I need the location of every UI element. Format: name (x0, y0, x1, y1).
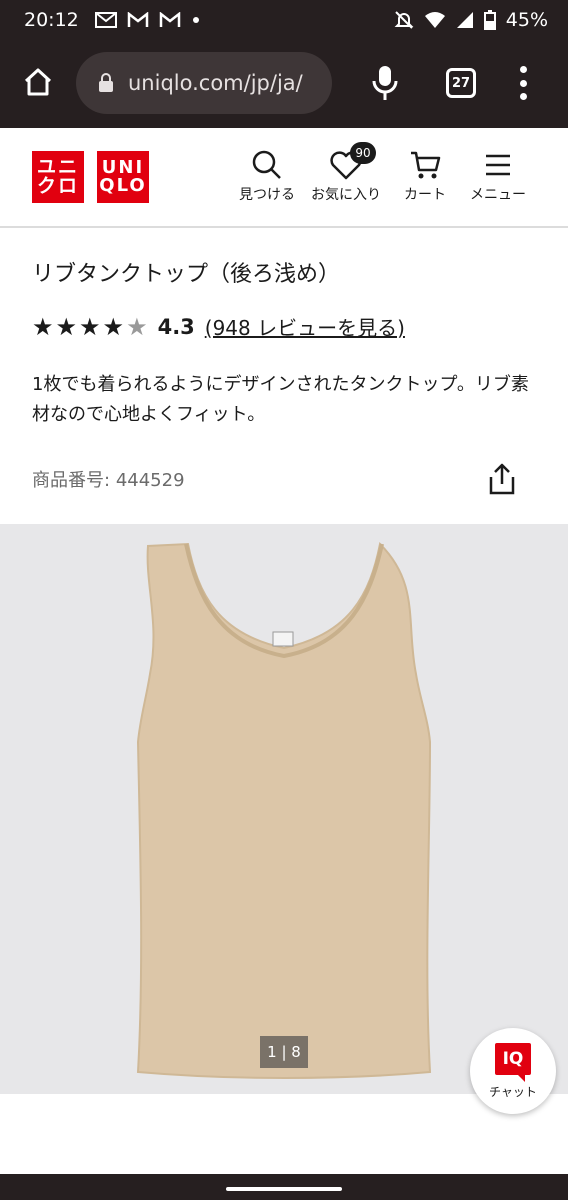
site-header: ユニ クロ UNI QLO 見つける 90 お気に入り カート メニュー (0, 128, 568, 228)
chat-label: チャット (489, 1084, 537, 1099)
more-options-icon[interactable] (516, 66, 530, 100)
system-nav-bar (0, 1174, 568, 1200)
half-star-icon: ★ (126, 312, 150, 341)
uniqlo-logo-ja[interactable]: ユニ クロ (32, 151, 84, 203)
wifi-icon (424, 12, 445, 28)
iq-chat-icon: IQ (495, 1042, 531, 1082)
microphone-icon[interactable] (370, 64, 400, 102)
battery-icon (483, 10, 496, 30)
uniqlo-logo-en[interactable]: UNI QLO (97, 151, 149, 203)
nav-menu-label: メニュー (470, 187, 526, 203)
favorites-count-badge: 90 (350, 142, 376, 164)
mute-icon (394, 11, 414, 29)
image-counter: 1 | 8 (260, 1036, 308, 1068)
cart-icon (411, 151, 441, 179)
product-rating: ★★★★★ 4.3 (948 レビューを見る) (32, 312, 405, 341)
nav-menu-button[interactable]: メニュー (470, 148, 526, 204)
product-description: 1枚でも着られるようにデザインされたタンクトップ。リブ素材なので心地よくフィット… (32, 374, 529, 425)
sku-value: 444529 (115, 470, 185, 491)
lock-icon (99, 73, 113, 92)
status-time: 20:12 (24, 9, 79, 31)
product-sku: 商品番号: 444529 (32, 466, 185, 492)
home-gesture-handle[interactable] (226, 1187, 342, 1191)
share-icon[interactable] (486, 462, 518, 496)
status-bar: 20:12 45% (0, 0, 568, 40)
product-image (136, 541, 432, 1079)
rating-value: 4.3 (157, 314, 195, 339)
product-title: リブタンクトップ（後ろ浅め） (32, 262, 341, 287)
search-icon (252, 150, 281, 179)
address-bar[interactable]: uniqlo.com/jp/ja/ (76, 52, 332, 114)
product-image-gallery[interactable]: 1 | 8 (0, 524, 568, 1094)
signal-icon (456, 12, 473, 28)
browser-toolbar: uniqlo.com/jp/ja/ 27 (0, 40, 568, 128)
nav-cart-label: カート (404, 187, 446, 203)
mail-icon (94, 12, 117, 28)
nav-favorites-label: お気に入り (311, 187, 381, 203)
nav-cart-button[interactable]: カート (404, 148, 446, 204)
nav-favorites-button[interactable]: 90 お気に入り (311, 142, 381, 204)
tab-switcher-button[interactable]: 27 (446, 68, 476, 98)
nav-search-label: 見つける (239, 187, 295, 203)
url-text: uniqlo.com/jp/ja/ (128, 71, 303, 95)
iq-chat-button[interactable]: IQ チャット (470, 1028, 556, 1114)
sku-label: 商品番号: (32, 470, 111, 491)
review-link[interactable]: (948 レビューを見る) (205, 312, 405, 341)
home-icon[interactable] (22, 66, 54, 98)
nav-search-button[interactable]: 見つける (239, 148, 295, 204)
rating-stars: ★★★★★ (32, 312, 150, 341)
menu-icon (486, 154, 510, 176)
gmail-icon (159, 12, 181, 27)
dot-icon (192, 17, 199, 23)
battery-percent: 45% (505, 9, 548, 31)
gmail-icon (127, 12, 149, 27)
